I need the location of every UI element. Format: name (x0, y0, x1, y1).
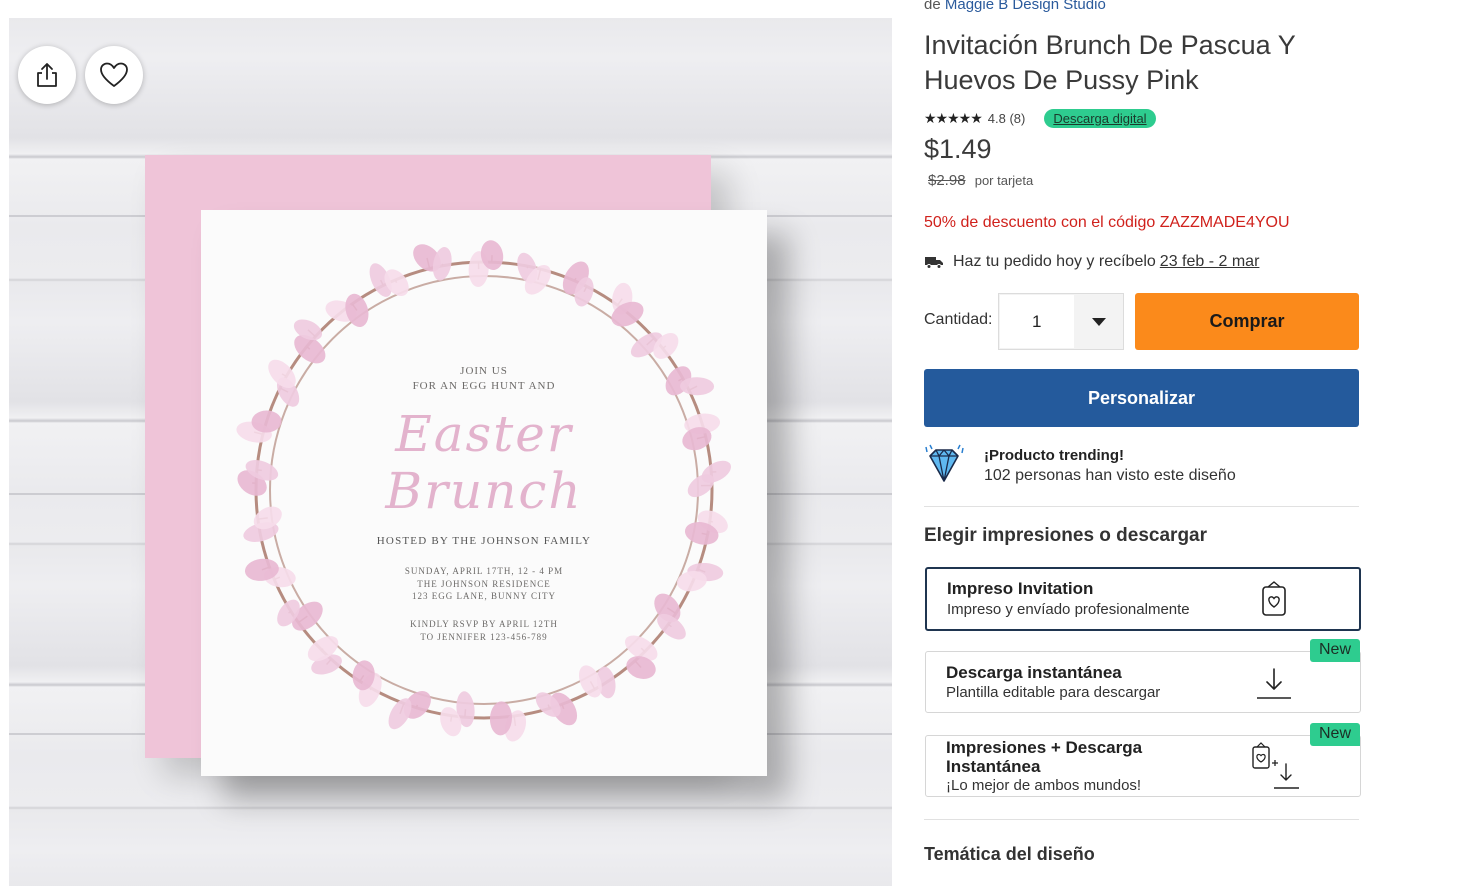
truck-icon (925, 257, 943, 269)
delivery-estimate: Haz tu pedido hoy y recíbelo 23 feb - 2 … (924, 253, 1259, 271)
digital-download-badge[interactable]: Descarga digital (1044, 108, 1156, 128)
product-image[interactable]: JOIN US FOR AN EGG HUNT AND Easter Brunc… (9, 18, 892, 886)
trending-views: 102 personas han visto este diseño (984, 467, 1236, 484)
new-badge: New (1309, 723, 1360, 746)
delivery-dates[interactable]: 23 feb - 2 mar (1160, 253, 1260, 271)
option-download-title: Descarga instantánea (946, 663, 1122, 682)
print-card-icon (1262, 581, 1286, 616)
heart-icon (100, 62, 128, 87)
rating-row: ★★★★★ 4.8 (8) Descarga digital (924, 108, 1156, 128)
card-rsvp: KINDLY RSVP BY APRIL 12TH (410, 619, 558, 629)
customize-button[interactable]: Personalizar (924, 369, 1359, 427)
option-combo-subtitle: ¡Lo mejor de ambos mundos! (946, 777, 1142, 794)
star-rating-icon: ★★★★★ (924, 109, 983, 126)
card-details-date: SUNDAY, APRIL 17TH, 12 - 4 PM (404, 566, 564, 576)
original-price-row: $2.98 por tarjeta (928, 172, 1033, 189)
quantity-input[interactable] (1000, 295, 1074, 348)
rating-value[interactable]: 4.8 (8) (988, 111, 1026, 126)
quantity-label: Cantidad: (924, 311, 993, 328)
price-unit: por tarjeta (974, 173, 1034, 188)
card-details-address: 123 EGG LANE, BUNNY CITY (412, 591, 556, 601)
option-download-subtitle: Plantilla editable para descargar (946, 684, 1161, 701)
quantity-dropdown[interactable] (1075, 294, 1123, 349)
print-plus-download-icon (1252, 742, 1299, 789)
delivery-text: Haz tu pedido hoy y recíbelo (953, 253, 1156, 270)
trending-title: ¡Producto trending! (984, 447, 1124, 464)
design-theme-heading: Temática del diseño (924, 844, 1095, 864)
buy-button[interactable]: Comprar (1135, 293, 1359, 350)
promo-message: 50% de descuento con el código ZAZZMADE4… (924, 214, 1290, 231)
card-hosted-by: HOSTED BY THE JOHNSON FAMILY (376, 535, 592, 547)
invitation-card: JOIN US FOR AN EGG HUNT AND Easter Brunc… (201, 210, 767, 776)
options-section-title: Elegir impresiones o descargar (924, 525, 1208, 546)
option-printed-subtitle: Impreso y envíado profesionalmente (947, 601, 1190, 618)
quantity-selector[interactable] (998, 293, 1124, 350)
card-script-brunch: Brunch (385, 462, 583, 520)
product-title: Invitación Brunch De Pascua Y Huevos De … (924, 30, 1296, 95)
card-script-easter: Easter (395, 405, 573, 463)
diamond-icon (925, 444, 964, 482)
option-instant-download[interactable]: New Descarga instantánea Plantilla edita… (925, 639, 1361, 713)
divider (924, 506, 1359, 507)
option-printed[interactable]: Impreso Invitation Impreso y envíado pro… (925, 567, 1361, 631)
share-icon (37, 63, 57, 87)
card-line-join: JOIN US (460, 365, 508, 377)
chevron-down-icon (1092, 317, 1106, 326)
designer-link[interactable]: Maggie B Design Studio (945, 0, 1106, 13)
divider (924, 819, 1359, 820)
option-print-and-download[interactable]: New Impresiones + Descarga Instantánea ¡… (925, 723, 1361, 797)
trending-notice: ¡Producto trending! 102 personas han vis… (924, 444, 1236, 485)
current-price: $1.49 (924, 134, 992, 164)
favorite-button[interactable] (85, 46, 143, 104)
original-price: $2.98 (928, 172, 966, 189)
card-rsvp-contact: TO JENNIFER 123-456-789 (420, 632, 548, 642)
download-icon (1257, 668, 1291, 699)
designer-prefix: de (924, 0, 941, 13)
card-line-egg-hunt: FOR AN EGG HUNT AND (412, 380, 556, 392)
share-button[interactable] (18, 46, 76, 104)
option-combo-title: Impresiones + Descarga Instantánea (946, 738, 1143, 776)
new-badge: New (1309, 639, 1360, 662)
wreath-bud (345, 293, 369, 328)
option-printed-title: Impreso Invitation (947, 579, 1094, 598)
designer-line: de Maggie B Design Studio (924, 0, 1106, 13)
